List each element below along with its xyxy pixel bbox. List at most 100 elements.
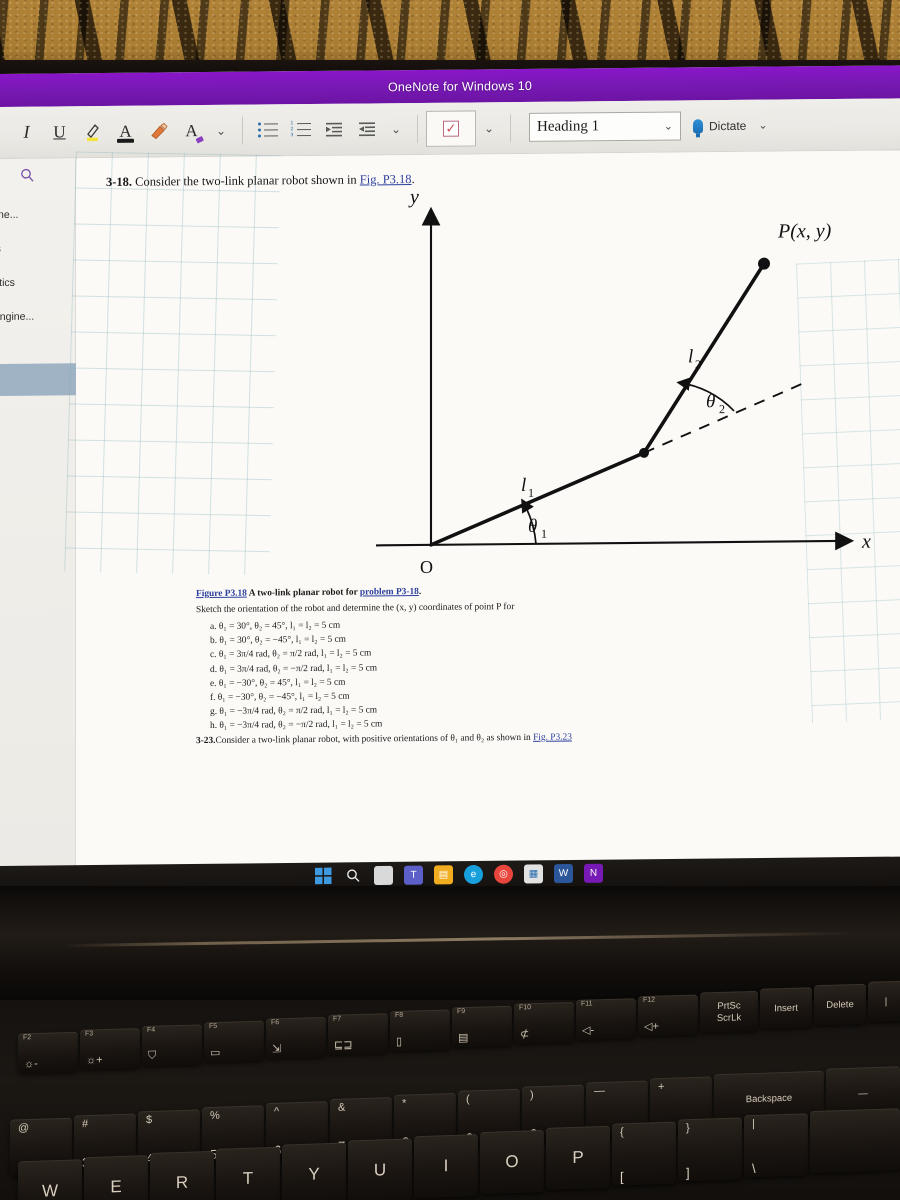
svg-text:θ: θ: [528, 516, 537, 537]
next-problem-number: 3-23.: [196, 736, 216, 747]
key-f12[interactable]: F12 ◁+: [638, 994, 698, 1037]
key-f5[interactable]: F5 ▭: [204, 1020, 264, 1063]
figure-caption: Figure P3.18 A two-link planar robot for…: [196, 586, 422, 600]
font-options-caret[interactable]: ⌄: [208, 113, 234, 147]
key-f7[interactable]: F7 ⊑⊒: [328, 1013, 388, 1055]
key-p[interactable]: P: [546, 1125, 610, 1190]
key-o[interactable]: O: [480, 1129, 544, 1195]
toolbar-divider-1: [242, 116, 243, 145]
key-f11[interactable]: F11 ◁-: [576, 998, 636, 1040]
search-icon[interactable]: [20, 168, 35, 187]
teams-icon[interactable]: T: [404, 865, 423, 885]
key-f3[interactable]: F3 ☼+: [80, 1028, 140, 1070]
key-prtsc[interactable]: PrtSc ScrLk: [700, 990, 758, 1033]
problem-number: 3-18.: [106, 174, 133, 189]
key-f2[interactable]: F2 ☼-: [18, 1031, 78, 1074]
key-pipe-top[interactable]: |: [868, 980, 900, 1022]
edge-icon[interactable]: e: [464, 864, 483, 885]
format-painter-button[interactable]: [142, 114, 175, 148]
sidebar-item-3[interactable]: n Engine...: [0, 310, 76, 323]
chevron-down-icon: ⌄: [663, 120, 673, 133]
key-t[interactable]: T: [216, 1146, 280, 1200]
tags-options-caret[interactable]: ⌄: [476, 111, 502, 145]
dictate-button[interactable]: Dictate ⌄: [693, 118, 768, 133]
microphone-icon: [693, 118, 703, 133]
key-backslash[interactable]: | \: [744, 1113, 808, 1178]
key-e[interactable]: E: [84, 1155, 148, 1200]
svg-text:l: l: [521, 475, 526, 496]
key-f8[interactable]: F8 ▯: [390, 1009, 450, 1052]
key-delete[interactable]: Delete: [814, 983, 866, 1026]
figure-caption-text: A two-link planar robot for: [246, 587, 360, 599]
key-r[interactable]: R: [150, 1150, 214, 1200]
paragraph-options-caret[interactable]: ⌄: [383, 112, 409, 146]
eraser-icon: [195, 135, 204, 143]
problem-text: Consider the two-link planar robot shown…: [135, 172, 360, 189]
italic-icon: I: [23, 121, 30, 142]
onenote-icon[interactable]: N: [584, 863, 603, 883]
svg-text:θ: θ: [706, 391, 715, 412]
taskbar-icon-row: T ▤ e ◎ ▦ W N: [314, 863, 603, 886]
key-f9[interactable]: F9 ▤: [452, 1005, 512, 1048]
svg-text:l: l: [688, 346, 693, 367]
style-value: Heading 1: [537, 118, 600, 135]
formatting-toolbar: I U A A ⌄ 1 2 3 ⌄ ✓ ⌄ Heading 1 ⌄ Dictat…: [0, 98, 900, 159]
figure-caption-link[interactable]: problem P3-18: [360, 587, 419, 598]
next-problem-link[interactable]: Fig. P3.23: [533, 733, 572, 743]
robot-figure: y x O P(x, y) l 1 l 2 θ 1 θ 2: [376, 180, 896, 577]
file-explorer-icon[interactable]: ▤: [434, 865, 453, 885]
window-title: OneNote for Windows 10: [387, 78, 533, 94]
key-f10[interactable]: F10 ⊄: [514, 1001, 574, 1044]
svg-text:2: 2: [695, 357, 701, 371]
key-insert[interactable]: Insert: [760, 987, 812, 1029]
key-bracket-right[interactable]: }]: [678, 1117, 742, 1182]
chrome-icon[interactable]: ◎: [494, 864, 513, 884]
chevron-down-icon: ⌄: [483, 120, 495, 135]
word-icon[interactable]: W: [554, 863, 573, 884]
svg-text:2: 2: [719, 402, 725, 416]
chevron-down-icon: ⌄: [758, 119, 768, 132]
underline-button[interactable]: U: [43, 115, 76, 149]
key-bracket-left[interactable]: {[: [612, 1121, 676, 1186]
increase-indent-icon: [358, 122, 375, 137]
laptop-screen: OneNote for Windows 10 I U A A ⌄ 1 2 3 ⌄…: [0, 65, 900, 886]
sidebar-item-1[interactable]: ons: [0, 242, 76, 255]
taskbar-search-icon[interactable]: [344, 866, 363, 885]
increase-indent-button[interactable]: [350, 112, 383, 146]
svg-text:1: 1: [528, 486, 534, 500]
sidebar-item-2[interactable]: dratics: [0, 276, 76, 289]
chevron-down-icon: ⌄: [215, 123, 227, 138]
toolbar-divider-3: [510, 113, 511, 142]
graph-paper-texture-left: [64, 151, 281, 576]
toolbar-divider-2: [417, 114, 418, 143]
font-color-button[interactable]: A: [109, 114, 142, 148]
key-far-right[interactable]: [810, 1108, 900, 1174]
checkbox-tag-icon: ✓: [443, 120, 459, 137]
store-icon[interactable]: ▦: [524, 864, 543, 884]
task-view-icon[interactable]: [374, 865, 393, 886]
todo-tag-button[interactable]: ✓: [426, 109, 476, 147]
next-problem-text: Consider a two-link planar robot, with p…: [215, 732, 534, 747]
start-button[interactable]: [314, 867, 333, 886]
highlighter-icon: [86, 123, 99, 141]
figure-caption-label[interactable]: Figure P3.18: [196, 589, 247, 599]
decrease-indent-button[interactable]: [317, 112, 350, 146]
italic-button[interactable]: I: [10, 115, 43, 149]
key-y[interactable]: Y: [282, 1142, 346, 1200]
key-f4[interactable]: F4 ⛉: [142, 1024, 202, 1067]
bullet-list-button[interactable]: [251, 113, 284, 147]
style-dropdown[interactable]: Heading 1 ⌄: [529, 111, 681, 142]
underline-icon: U: [53, 121, 66, 141]
sidebar-item-selected[interactable]: [0, 363, 76, 396]
svg-text:y: y: [408, 186, 419, 208]
clear-formatting-button[interactable]: A: [175, 114, 208, 148]
numbered-list-button[interactable]: 1 2 3: [284, 112, 317, 146]
sidebar-item-0[interactable]: ngine...: [0, 208, 76, 221]
svg-text:1: 1: [541, 527, 547, 541]
key-u[interactable]: U: [348, 1138, 412, 1200]
highlight-button[interactable]: [76, 114, 109, 148]
key-w[interactable]: W: [18, 1159, 82, 1200]
note-canvas[interactable]: 3-18. Consider the two-link planar robot…: [64, 150, 900, 886]
key-i[interactable]: I: [414, 1134, 478, 1199]
key-f6[interactable]: F6 ⇲: [266, 1016, 326, 1059]
